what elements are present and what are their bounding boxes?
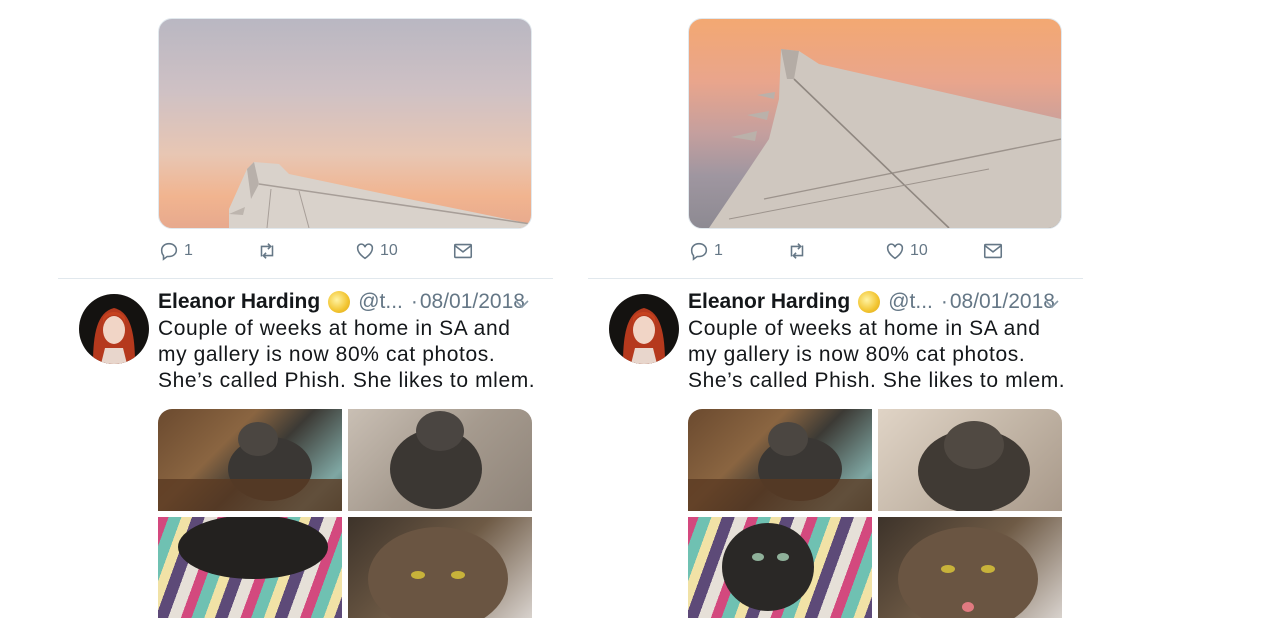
cat-on-rug-image	[178, 517, 328, 579]
retweet-icon	[790, 243, 804, 259]
photo-grid	[158, 409, 532, 618]
reply-icon	[690, 242, 708, 261]
like-button[interactable]: 10	[884, 240, 928, 262]
dm-icon	[453, 243, 473, 259]
cat-photo-3[interactable]	[158, 517, 342, 618]
cat-at-window-image	[688, 422, 872, 511]
tweet-actions: 1 10	[158, 240, 498, 270]
direct-message-button[interactable]	[452, 240, 474, 262]
cat-at-window-image	[158, 422, 342, 511]
reply-button[interactable]: 1	[158, 240, 193, 262]
reply-icon	[160, 242, 178, 261]
cat-photo-4[interactable]	[878, 517, 1062, 618]
retweet-button[interactable]	[256, 240, 278, 262]
avatar[interactable]	[609, 294, 679, 364]
tweet-header: Eleanor Harding @t... · 08/01/2018	[158, 290, 525, 314]
cat-photo-1[interactable]	[688, 409, 872, 511]
direct-message-button[interactable]	[982, 240, 1004, 262]
cat-photo-2[interactable]	[878, 409, 1062, 511]
emoji-badge-icon	[858, 291, 881, 313]
profile-photo	[93, 308, 135, 364]
tweet-actions: 1 10	[688, 240, 1028, 270]
tweet-divider	[58, 278, 553, 279]
like-icon	[356, 243, 374, 260]
separator: ·	[410, 290, 418, 313]
tweet-panel-right: 1 10 Eleanor Harding @t... · 08/01/2018 …	[588, 0, 1088, 618]
reply-count: 1	[714, 242, 723, 259]
cat-photo-2[interactable]	[348, 409, 532, 511]
tweet-date[interactable]: 08/01/2018	[420, 290, 525, 314]
cat-on-rug-image	[722, 523, 814, 611]
cat-mlem-image	[898, 527, 1038, 618]
author-handle[interactable]: @t...	[358, 290, 403, 314]
sunset-wing-photo[interactable]	[158, 18, 532, 229]
cat-photo-3[interactable]	[688, 517, 872, 618]
cat-closeup-image	[918, 421, 1030, 511]
chevron-down-icon[interactable]	[514, 296, 530, 312]
author-handle[interactable]: @t...	[888, 290, 933, 314]
author-name[interactable]: Eleanor Harding	[688, 290, 850, 314]
tweet-text: Couple of weeks at home in SA and my gal…	[688, 317, 1066, 392]
reply-button[interactable]: 1	[688, 240, 723, 262]
tweet-date[interactable]: 08/01/2018	[950, 290, 1055, 314]
sunset-wing-photo[interactable]	[688, 18, 1062, 229]
tweet-panel-left: 1 10 Eleanor Harding @t... · 08/01/2018 …	[58, 0, 558, 618]
author-name[interactable]: Eleanor Harding	[158, 290, 320, 314]
chevron-down-icon[interactable]	[1044, 296, 1060, 312]
cat-sitting-image	[390, 411, 482, 509]
avatar[interactable]	[79, 294, 149, 364]
like-count: 10	[380, 242, 398, 259]
profile-photo	[623, 308, 665, 364]
photo-grid	[688, 409, 1062, 618]
reply-count: 1	[184, 242, 193, 259]
like-icon	[886, 243, 904, 260]
airplane-wing-image	[229, 162, 531, 228]
tweet-text: Couple of weeks at home in SA and my gal…	[158, 317, 536, 392]
tweet-divider	[588, 278, 1083, 279]
cat-face-image	[368, 527, 508, 618]
retweet-button[interactable]	[786, 240, 808, 262]
airplane-wing-image	[709, 49, 1061, 228]
retweet-icon	[260, 243, 274, 259]
cat-photo-1[interactable]	[158, 409, 342, 511]
dm-icon	[983, 243, 1003, 259]
cat-photo-4[interactable]	[348, 517, 532, 618]
like-count: 10	[910, 242, 928, 259]
emoji-badge-icon	[328, 291, 351, 313]
like-button[interactable]: 10	[354, 240, 398, 262]
tweet-header: Eleanor Harding @t... · 08/01/2018	[688, 290, 1055, 314]
separator: ·	[940, 290, 948, 313]
